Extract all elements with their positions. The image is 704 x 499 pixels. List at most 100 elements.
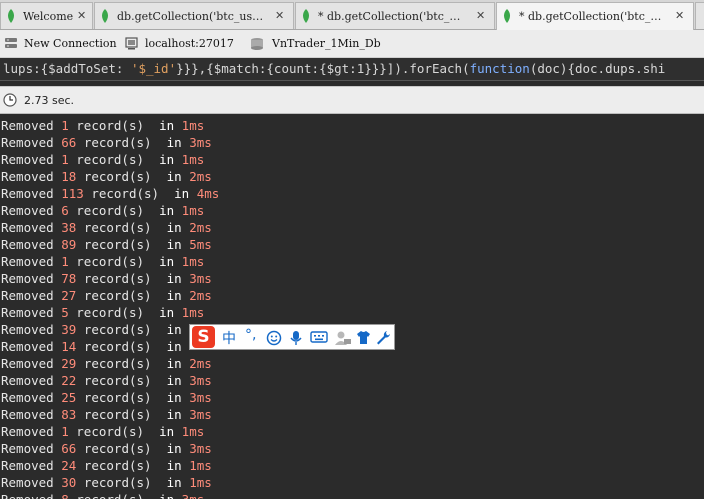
tab-welcome[interactable]: Welcome ✕ — [0, 2, 93, 29]
record-count: 1 — [61, 118, 69, 133]
records-word: record(s) — [83, 288, 152, 303]
removed-word: Removed — [1, 390, 54, 405]
record-count: 14 — [61, 339, 77, 354]
record-count: 29 — [61, 356, 77, 371]
removed-word: Removed — [1, 424, 54, 439]
output-line: Removed 113 record(s) in 4ms — [1, 185, 219, 202]
output-line: Removed 1 record(s) in 1ms — [1, 117, 204, 134]
removed-word: Removed — [1, 271, 54, 286]
removed-word: Removed — [1, 441, 54, 456]
in-word: in — [166, 373, 182, 388]
record-count: 39 — [61, 322, 77, 337]
record-count: 1 — [61, 152, 69, 167]
records-word: record(s) — [83, 169, 152, 184]
microphone-icon[interactable] — [289, 330, 303, 346]
elapsed-ms: 1ms — [181, 118, 205, 133]
elapsed-ms: 3ms — [189, 441, 212, 456]
elapsed-ms: 1ms — [189, 458, 212, 473]
close-icon[interactable]: ✕ — [476, 9, 485, 22]
record-count: 89 — [61, 237, 77, 252]
output-line: Removed 66 record(s) in 3ms — [1, 440, 212, 457]
elapsed-ms: 3ms — [189, 373, 212, 388]
removed-word: Removed — [1, 458, 54, 473]
sogou-logo-icon[interactable]: S — [192, 326, 215, 348]
query-keyword: function — [469, 61, 530, 76]
in-word: in — [166, 135, 182, 150]
tab-label: * db.getCollection('btc_… — [318, 10, 461, 23]
connection-icon — [5, 38, 17, 48]
keyboard-icon[interactable] — [310, 330, 328, 344]
clock-icon — [3, 93, 17, 107]
in-word: in — [166, 390, 182, 405]
tab-query-1[interactable]: db.getCollection('btc_us… ✕ — [94, 2, 294, 29]
records-word: record(s) — [83, 390, 152, 405]
ime-toolbar: S 中 °, — [189, 324, 395, 350]
removed-word: Removed — [1, 203, 54, 218]
elapsed-ms: 1ms — [181, 254, 205, 269]
tab-label: db.getCollection('btc_us… — [117, 10, 264, 23]
records-word: record(s) — [76, 203, 145, 218]
query-text-1: lups:{$addToSet: — [3, 61, 131, 76]
in-word: in — [166, 322, 182, 337]
records-word: record(s) — [83, 220, 152, 235]
output-console: Removed 1 record(s) in 1ms Removed 66 rec… — [0, 117, 704, 499]
output-line: Removed 8 record(s) in 3ms — [1, 491, 204, 499]
elapsed-ms: 2ms — [189, 356, 212, 371]
ime-punctuation-toggle[interactable]: °, — [245, 327, 256, 343]
record-count: 1 — [61, 424, 69, 439]
mongodb-leaf-icon — [504, 9, 510, 23]
removed-word: Removed — [1, 169, 54, 184]
elapsed-ms: 1ms — [181, 152, 205, 167]
output-line: Removed 24 record(s) in 1ms — [1, 457, 212, 474]
records-word: record(s) — [83, 237, 152, 252]
removed-word: Removed — [1, 322, 54, 337]
tab-label: Welcome — [23, 10, 74, 23]
records-word: record(s) — [76, 305, 145, 320]
removed-word: Removed — [1, 220, 54, 235]
execution-time: 2.73 sec. — [24, 94, 75, 107]
elapsed-ms: 3ms — [189, 271, 212, 286]
skin-shirt-icon[interactable] — [356, 330, 371, 345]
wrench-settings-icon[interactable] — [376, 330, 391, 345]
removed-word: Removed — [1, 237, 54, 252]
in-word: in — [166, 407, 182, 422]
in-word: in — [166, 441, 182, 456]
connection-bar: New Connection localhost:27017 VnTrader_… — [0, 30, 704, 58]
records-word: record(s) — [83, 407, 152, 422]
output-line: Removed 1 record(s) in 1ms — [1, 151, 204, 168]
in-word: in — [174, 186, 190, 201]
record-count: 78 — [61, 271, 77, 286]
elapsed-ms: 1ms — [181, 305, 205, 320]
tab-label: * db.getCollection('btc_… — [519, 10, 662, 23]
tab-query-3-active[interactable]: * db.getCollection('btc_… ✕ — [496, 2, 694, 30]
record-count: 18 — [61, 169, 77, 184]
query-editor[interactable]: lups:{$addToSet: '$_id'}}},{$match:{coun… — [0, 58, 704, 81]
records-word: record(s) — [76, 254, 145, 269]
output-line: Removed 1 record(s) in 1ms — [1, 253, 204, 270]
elapsed-ms: 2ms — [189, 288, 212, 303]
removed-word: Removed — [1, 254, 54, 269]
removed-word: Removed — [1, 305, 54, 320]
output-line: Removed 78 record(s) in 3ms — [1, 270, 212, 287]
server-address: localhost:27017 — [145, 37, 234, 50]
records-word: record(s) — [83, 441, 152, 456]
elapsed-ms: 1ms — [181, 424, 205, 439]
in-word: in — [166, 339, 182, 354]
user-profile-icon[interactable] — [334, 330, 352, 346]
new-connection-label[interactable]: New Connection — [24, 37, 117, 50]
in-word: in — [166, 458, 182, 473]
close-icon[interactable]: ✕ — [275, 9, 284, 22]
output-line: Removed 22 record(s) in 3ms — [1, 372, 212, 389]
elapsed-ms: 1ms — [181, 203, 205, 218]
tab-overflow[interactable] — [695, 2, 704, 29]
mongodb-leaf-icon — [102, 9, 108, 23]
close-icon[interactable]: ✕ — [675, 9, 684, 22]
removed-word: Removed — [1, 152, 54, 167]
elapsed-ms: 3ms — [189, 407, 212, 422]
tab-query-2[interactable]: * db.getCollection('btc_… ✕ — [295, 2, 495, 29]
close-icon[interactable]: ✕ — [77, 9, 86, 22]
removed-word: Removed — [1, 475, 54, 490]
emoji-icon[interactable] — [266, 330, 282, 346]
query-text-2: }}},{$match:{count:{$gt:1}}}]).forEach( — [176, 61, 470, 76]
ime-mode-chinese[interactable]: 中 — [222, 328, 236, 348]
